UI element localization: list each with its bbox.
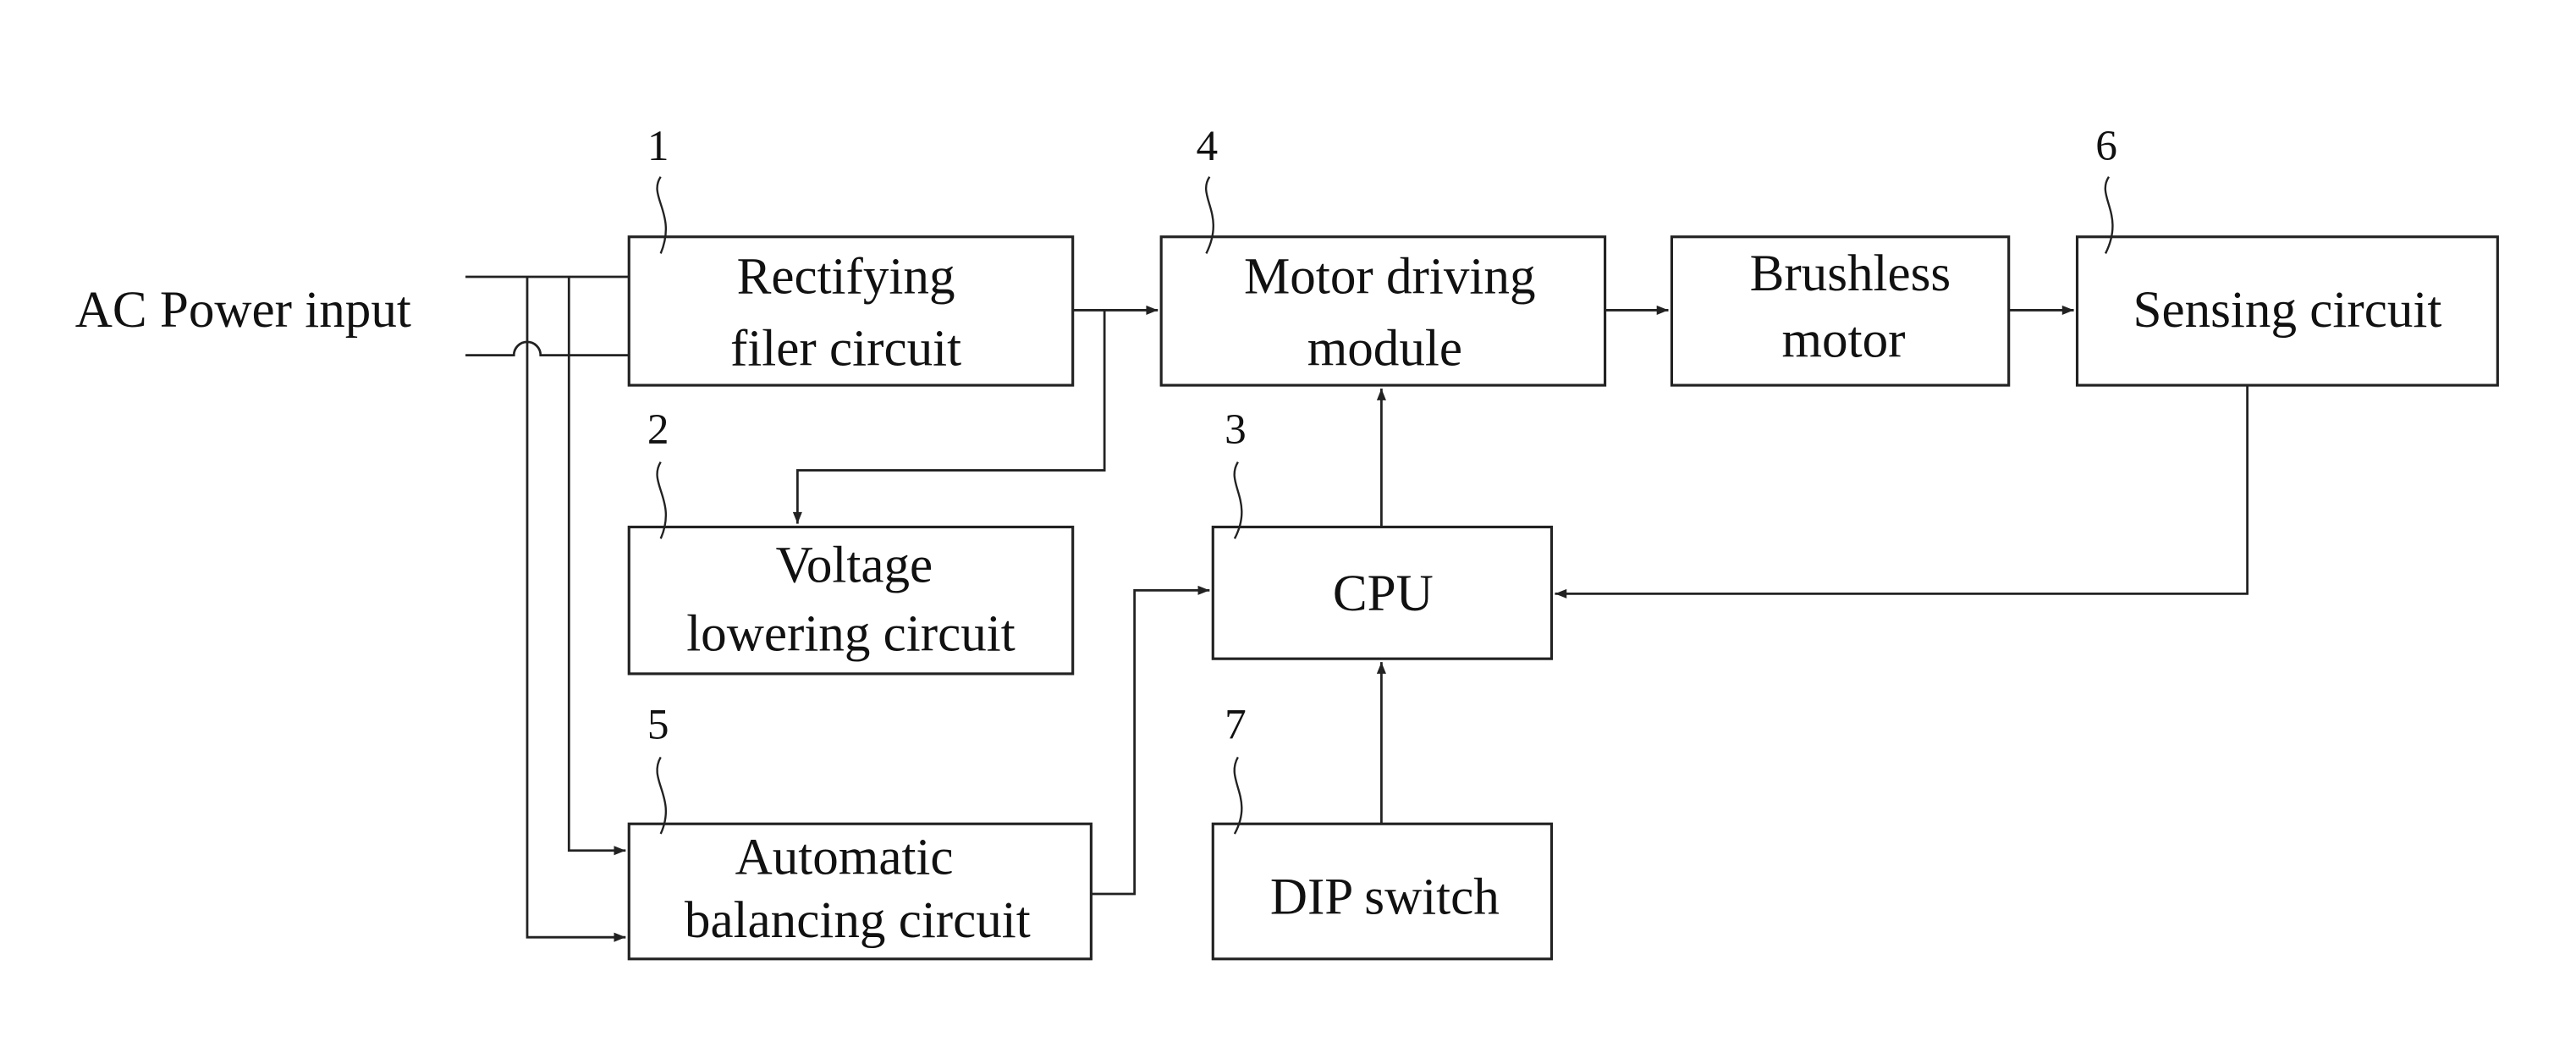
block-dip-switch: DIP switch bbox=[1211, 822, 1554, 961]
block-sensing-circuit: Sensing circuit bbox=[2075, 235, 2499, 387]
arrow-sensing-to-cpu bbox=[1555, 385, 2248, 598]
block-label-line: Rectifying bbox=[737, 249, 955, 306]
block-label-line: Sensing circuit bbox=[2133, 282, 2442, 339]
block-cpu: CPU bbox=[1211, 525, 1554, 660]
leader-line bbox=[656, 756, 667, 835]
block-motor-driving-module: Motor driving module bbox=[1159, 235, 1607, 387]
ref-number-1: 1 bbox=[647, 122, 669, 170]
ac-power-input-label: AC Power input bbox=[75, 282, 411, 339]
block-label-line: DIP switch bbox=[1270, 869, 1500, 926]
block-label-line: CPU bbox=[1333, 565, 1434, 622]
leader-line bbox=[1233, 756, 1243, 835]
ref-number-2: 2 bbox=[647, 405, 669, 454]
block-label-line: balancing circuit bbox=[685, 892, 1031, 949]
ref-number-3: 3 bbox=[1225, 405, 1247, 454]
ac-input-wires bbox=[465, 275, 630, 942]
block-brushless-motor: Brushless motor bbox=[1670, 235, 2011, 387]
block-label-line: motor bbox=[1782, 312, 1906, 369]
ref-number-6: 6 bbox=[2095, 122, 2117, 170]
block-diagram: AC Power input Rectifying filer circuit … bbox=[75, 122, 2499, 961]
block-label-line: Automatic bbox=[735, 829, 954, 885]
block-voltage-lowering-circuit: Voltage lowering circuit bbox=[627, 525, 1075, 676]
ref-number-7: 7 bbox=[1225, 701, 1247, 749]
block-label-line: Voltage bbox=[776, 538, 933, 594]
block-label-line: Brushless bbox=[1750, 245, 1951, 302]
block-rectifying-filter-circuit: Rectifying filer circuit bbox=[627, 235, 1075, 387]
block-label-line: Motor driving bbox=[1244, 249, 1536, 306]
block-label-line: lowering circuit bbox=[686, 605, 1016, 662]
ref-number-5: 5 bbox=[647, 701, 669, 749]
ref-number-4: 4 bbox=[1197, 122, 1219, 170]
block-label-line: filer circuit bbox=[730, 320, 961, 377]
block-automatic-balancing-circuit: Automatic balancing circuit bbox=[627, 822, 1093, 961]
block-label-line: module bbox=[1307, 320, 1462, 377]
arrow-balancing-to-cpu bbox=[1091, 585, 1210, 896]
